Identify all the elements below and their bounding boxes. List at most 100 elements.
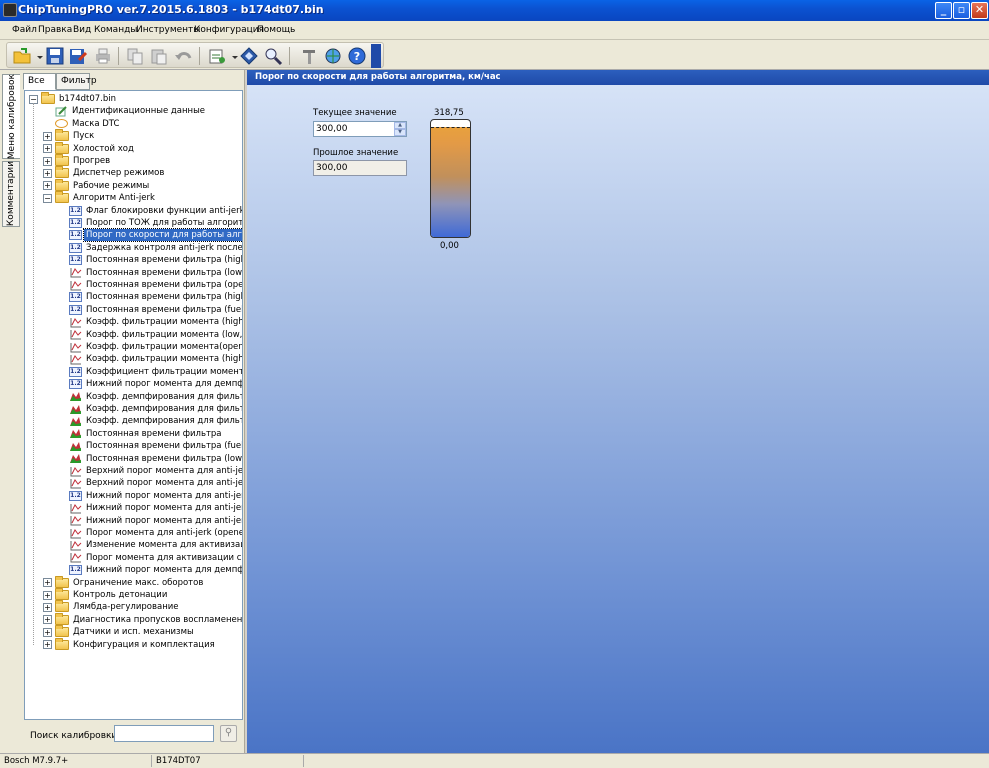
- tree-item[interactable]: Порог момента для anti-jerk (opened lock: [69, 527, 242, 539]
- tree-item[interactable]: Постоянная времени фильтра (fuel resta: [69, 440, 242, 452]
- tab-comments[interactable]: Комментарии: [2, 161, 20, 227]
- expand-icon[interactable]: +: [43, 640, 52, 650]
- print-icon[interactable]: [93, 46, 113, 66]
- tree-item[interactable]: Коэфф. фильтрации момента (high, oper: [69, 316, 242, 328]
- tree-item[interactable]: Постоянная времени фильтра: [69, 428, 224, 440]
- search-binary-icon[interactable]: [263, 46, 283, 66]
- expand-icon[interactable]: +: [43, 615, 52, 625]
- app-icon[interactable]: [3, 3, 17, 17]
- menu-file[interactable]: Файл: [12, 25, 37, 35]
- minimize-button[interactable]: _: [935, 2, 952, 19]
- help-icon[interactable]: ?: [347, 46, 367, 66]
- stepper-up-icon[interactable]: ▲: [394, 122, 406, 129]
- tab-calibration-menu[interactable]: Меню калибровок: [2, 74, 20, 159]
- tree-folder[interactable]: Прогрев: [55, 154, 112, 167]
- expand-icon[interactable]: +: [43, 168, 52, 178]
- diamond-icon[interactable]: [239, 46, 259, 66]
- expand-icon[interactable]: +: [43, 602, 52, 612]
- search-input[interactable]: [114, 725, 214, 742]
- tree-item[interactable]: 1.2 Задержка контроля anti-jerk после воз…: [69, 242, 242, 254]
- checksum-dropdown-icon[interactable]: [225, 46, 238, 66]
- tree-item[interactable]: Верхний порог момента для anti-jerk: [69, 465, 242, 477]
- undo-icon[interactable]: [173, 46, 193, 66]
- close-button[interactable]: ✕: [971, 2, 988, 19]
- menu-view[interactable]: Вид: [73, 25, 91, 35]
- expand-icon[interactable]: +: [43, 590, 52, 600]
- tree-item-selected[interactable]: 1.2Порог по скорости для работы алгоритм…: [69, 228, 242, 243]
- save-edit-icon[interactable]: [68, 46, 88, 66]
- tree-folder-open[interactable]: Алгоритм Anti-jerk: [55, 191, 157, 204]
- tree-folder[interactable]: Датчики и исп. механизмы: [55, 625, 196, 638]
- tree-folder[interactable]: Диагностика пропусков воспламенения: [55, 612, 242, 626]
- maximize-button[interactable]: ▫: [953, 2, 970, 19]
- expand-icon[interactable]: +: [43, 144, 52, 154]
- tree-item[interactable]: 1.2 Постоянная времени фильтра (fuel rest…: [69, 304, 242, 316]
- tree-folder[interactable]: Контроль детонации: [55, 588, 169, 601]
- tree-item[interactable]: Постоянная времени фильтра (opened lo: [69, 279, 242, 291]
- menu-commands[interactable]: Команды: [94, 25, 137, 35]
- tree-root[interactable]: b174dt07.bin: [41, 92, 118, 105]
- tree-item[interactable]: 1.2 Постоянная времени фильтра (high clut…: [69, 291, 242, 303]
- tree-item[interactable]: Коэфф. фильтрации момента(opened loc: [69, 341, 242, 353]
- tree-node-label: Изменение момента для активизации сг: [86, 540, 242, 551]
- toolbar-overflow-icon[interactable]: [371, 44, 381, 68]
- tree-folder[interactable]: Рабочие режимы: [55, 178, 151, 192]
- save-icon[interactable]: [45, 46, 65, 66]
- checksum-icon[interactable]: [207, 46, 227, 66]
- tree-node[interactable]: Идентификационные данные: [55, 105, 207, 117]
- tree-folder[interactable]: Ограничение макс. оборотов: [55, 575, 205, 589]
- expand-icon[interactable]: +: [43, 131, 52, 141]
- tree-folder[interactable]: Конфигурация и комплектация: [55, 637, 217, 651]
- tree-folder[interactable]: Лямбда-регулирование: [55, 600, 181, 613]
- expand-icon[interactable]: +: [43, 181, 52, 191]
- menu-edit[interactable]: Правка: [38, 25, 72, 35]
- search-icon[interactable]: ⚲: [220, 725, 237, 742]
- tree-item[interactable]: Коэфф. фильтрации момента (high, close: [69, 353, 242, 365]
- tree-item[interactable]: Порог момента для активизации сглажи: [69, 552, 242, 564]
- mask-icon: [55, 118, 68, 129]
- tree-item[interactable]: Постоянная времени фильтра (low clutch: [69, 453, 242, 465]
- table-icon: [69, 329, 82, 340]
- collapse-icon[interactable]: −: [43, 193, 52, 203]
- menu-help[interactable]: Помощь: [257, 25, 295, 35]
- expand-icon[interactable]: +: [43, 156, 52, 166]
- current-value-field[interactable]: 300,00: [313, 121, 407, 137]
- tree-item[interactable]: Изменение момента для активизации сг: [69, 539, 242, 551]
- tree-item[interactable]: Коэфф. демпфирования для фильтраци: [69, 415, 242, 427]
- tree-item[interactable]: Постоянная времени фильтра (low, oper: [69, 267, 242, 279]
- menu-configuration[interactable]: Конфигурация: [194, 25, 264, 35]
- tree-item[interactable]: 1.2 Нижний порог момента для anti-jerk (f…: [69, 490, 242, 502]
- menu-tools[interactable]: Инструменты: [136, 25, 200, 35]
- stepper-down-icon[interactable]: ▼: [394, 129, 406, 136]
- open-dropdown-icon[interactable]: [30, 46, 43, 66]
- tree-item[interactable]: Нижний порог момента для anti-jerk: [69, 502, 242, 514]
- copy-icon[interactable]: [125, 46, 145, 66]
- tree-item[interactable]: 1.2 Нижний порог момента для демпфирова: [69, 378, 242, 390]
- globe-icon[interactable]: [323, 46, 343, 66]
- open-folder-icon[interactable]: [12, 46, 32, 66]
- tools-icon[interactable]: [299, 46, 319, 66]
- tree-item[interactable]: 1.2 Флаг блокировки функции anti-jerk: [69, 205, 242, 217]
- calibration-tree[interactable]: − b174dt07.bin Идентификационные данные Мас…: [24, 90, 243, 720]
- paste-icon[interactable]: [149, 46, 169, 66]
- tree-item[interactable]: 1.2 Коэффициент фильтрации момента (fuel: [69, 366, 242, 378]
- tree-folder[interactable]: Пуск: [55, 129, 96, 142]
- tree-item[interactable]: Верхний порог момента для anti-jerk (op: [69, 477, 242, 489]
- tab-calibration-menu-label: Меню калибровок: [6, 73, 17, 160]
- tab-all[interactable]: Все: [23, 73, 56, 90]
- tree-item[interactable]: 1.2 Нижний порог момента для демпфирова: [69, 564, 242, 576]
- expand-icon[interactable]: +: [43, 627, 52, 637]
- tree-item[interactable]: 1.2 Порог по ТОЖ для работы алгоритма: [69, 217, 242, 229]
- tree-item[interactable]: Коэфф. фильтрации момента (low, open: [69, 329, 242, 341]
- tree-folder[interactable]: Холостой ход: [55, 141, 136, 155]
- tree-item[interactable]: 1.2 Постоянная времени фильтра (high, ope: [69, 254, 242, 266]
- tree-folder[interactable]: Диспетчер режимов: [55, 166, 166, 179]
- value-gauge[interactable]: [430, 119, 471, 238]
- tree-item[interactable]: Нижний порог момента для anti-jerk (ope: [69, 515, 242, 527]
- tree-item[interactable]: Коэфф. демпфирования для фильтраци: [69, 403, 242, 415]
- value-stepper[interactable]: ▲ ▼: [394, 122, 406, 136]
- tree-node[interactable]: Маска DTC: [55, 118, 121, 130]
- tab-filter[interactable]: Фильтр: [56, 73, 97, 90]
- tree-item[interactable]: Коэфф. демпфирования для фильтраци: [69, 391, 242, 403]
- expand-icon[interactable]: +: [43, 578, 52, 588]
